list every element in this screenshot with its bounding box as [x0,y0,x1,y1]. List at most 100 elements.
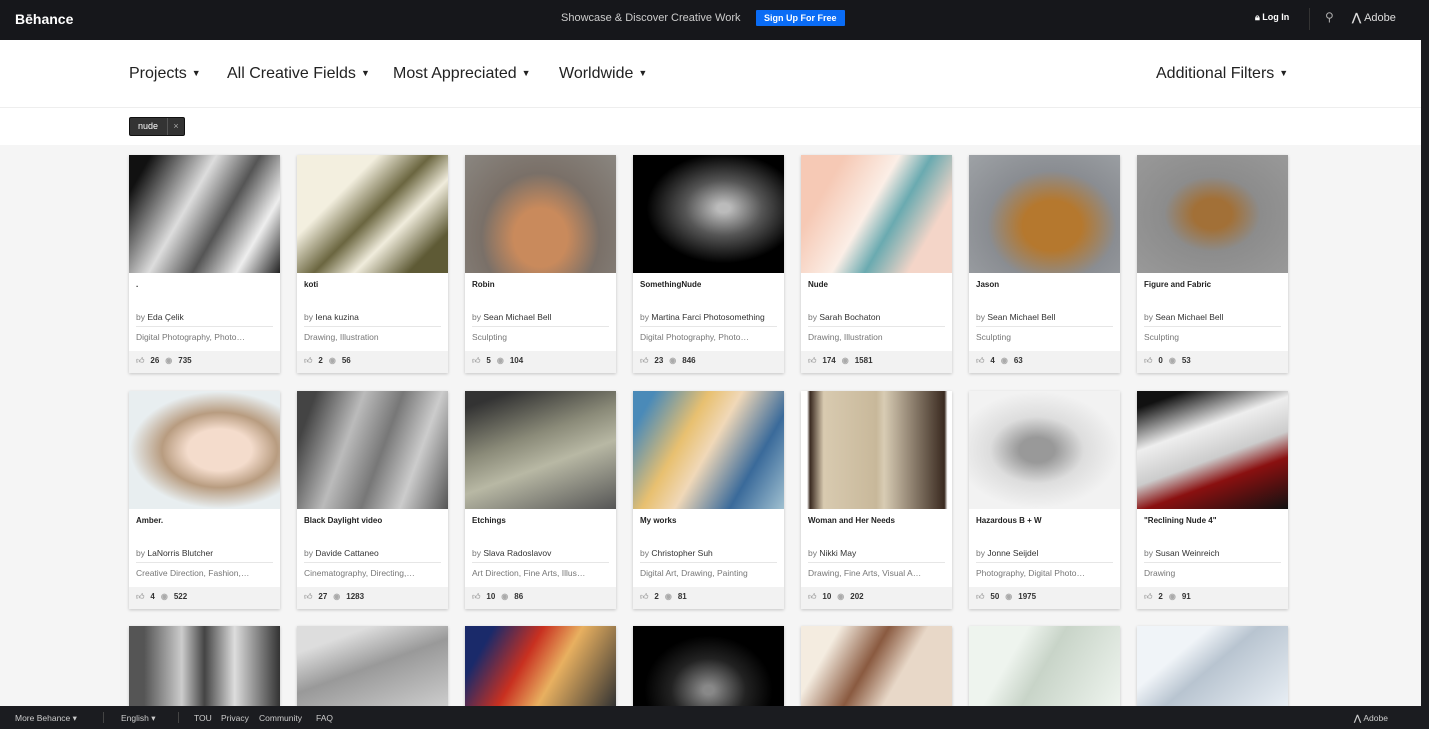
project-thumbnail[interactable] [969,626,1120,706]
filter-creative-fields[interactable]: All Creative Fields ▼ [227,65,370,83]
filter-location[interactable]: Worldwide ▼ [559,65,647,83]
project-card[interactable]: Jason by Sean Michael Bell Sculpting 👍︎ 4… [969,155,1120,373]
by-label: by [640,548,649,558]
project-card[interactable] [297,626,448,706]
project-thumbnail[interactable] [297,391,448,509]
owner-link[interactable]: Sarah Bochaton [819,312,880,322]
top-nav: Bēhance Showcase & Discover Creative Wor… [0,0,1429,40]
project-card[interactable] [465,626,616,706]
project-thumbnail[interactable] [465,391,616,509]
project-card[interactable]: Nude by Sarah Bochaton Drawing, Illustra… [801,155,952,373]
project-thumbnail[interactable] [801,391,952,509]
project-thumbnail[interactable] [969,155,1120,273]
signup-button[interactable]: Sign Up For Free [756,10,845,26]
appreciation-count: 26 [150,356,160,365]
project-card[interactable]: "Reclining Nude 4" by Susan Weinreich Dr… [1137,391,1288,609]
project-title[interactable]: Figure and Fabric [1144,280,1211,289]
project-card[interactable] [801,626,952,706]
owner-link[interactable]: Nikki May [819,548,856,558]
project-title[interactable]: Hazardous B + W [976,516,1042,525]
project-thumbnail[interactable] [633,391,784,509]
eye-icon: ◉ [1168,592,1176,601]
project-card[interactable]: Figure and Fabric by Sean Michael Bell S… [1137,155,1288,373]
project-title[interactable]: My works [640,516,676,525]
project-thumbnail[interactable] [297,626,448,706]
project-owner: by Nikki May [808,548,945,563]
project-card[interactable]: Hazardous B + W by Jonne Seijdel Photogr… [969,391,1120,609]
project-card[interactable]: koti by Iena kuzina Drawing, Illustratio… [297,155,448,373]
project-title[interactable]: Nude [808,280,828,289]
remove-tag-icon[interactable]: × [167,118,184,135]
project-title[interactable]: Jason [976,280,999,289]
owner-link[interactable]: Jonne Seijdel [987,548,1038,558]
owner-link[interactable]: Sean Michael Bell [987,312,1055,322]
project-card[interactable]: SomethingNude by Martina Farci Photosome… [633,155,784,373]
project-title[interactable]: Amber. [136,516,163,525]
project-title[interactable]: SomethingNude [640,280,701,289]
owner-link[interactable]: Eda Çelik [147,312,183,322]
owner-link[interactable]: LaNorris Blutcher [147,548,213,558]
eye-icon: ◉ [333,592,341,601]
footer-link-faq[interactable]: FAQ [316,713,333,723]
project-card[interactable]: Woman and Her Needs by Nikki May Drawing… [801,391,952,609]
project-thumbnail[interactable] [465,155,616,273]
project-thumbnail[interactable] [969,391,1120,509]
owner-link[interactable]: Susan Weinreich [1155,548,1219,558]
project-thumbnail[interactable] [633,155,784,273]
login-button[interactable]: 🔒︎ Log In [1255,12,1289,23]
project-thumbnail[interactable] [465,626,616,706]
filter-sort[interactable]: Most Appreciated ▼ [393,65,531,83]
project-card[interactable] [969,626,1120,706]
project-thumbnail[interactable] [1137,626,1288,706]
adobe-link[interactable]: ⋀ Adobe [1352,11,1396,24]
project-thumbnail[interactable] [801,626,952,706]
project-title[interactable]: Woman and Her Needs [808,516,895,525]
project-card[interactable] [129,626,280,706]
project-thumbnail[interactable] [801,155,952,273]
behance-logo[interactable]: Bēhance [15,11,73,27]
more-behance-menu[interactable]: More Behance ▾ [15,713,77,724]
project-title[interactable]: Black Daylight video [304,516,382,525]
project-title[interactable]: "Reclining Nude 4" [1144,516,1216,525]
project-title[interactable]: Etchings [472,516,506,525]
footer-link-tou[interactable]: TOU [194,713,212,723]
project-card[interactable]: Black Daylight video by Davide Cattaneo … [297,391,448,609]
project-card[interactable]: Amber. by LaNorris Blutcher Creative Dir… [129,391,280,609]
project-thumbnail[interactable] [1137,391,1288,509]
owner-link[interactable]: Davide Cattaneo [315,548,378,558]
appreciation-count: 10 [486,592,496,601]
owner-link[interactable]: Slava Radoslavov [483,548,551,558]
project-card[interactable]: . by Eda Çelik Digital Photography, Phot… [129,155,280,373]
appreciation-count: 0 [1158,356,1163,365]
owner-link[interactable]: Sean Michael Bell [483,312,551,322]
owner-link[interactable]: Christopher Suh [651,548,712,558]
project-title[interactable]: koti [304,280,318,289]
project-card[interactable]: Etchings by Slava Radoslavov Art Directi… [465,391,616,609]
footer-adobe-link[interactable]: ⋀ Adobe [1354,713,1388,724]
language-menu[interactable]: English ▾ [121,713,156,724]
owner-link[interactable]: Sean Michael Bell [1155,312,1223,322]
footer-link-community[interactable]: Community [259,713,302,723]
filter-projects[interactable]: Projects ▼ [129,65,201,83]
project-title[interactable]: . [136,280,138,289]
project-thumbnail[interactable] [1137,155,1288,273]
search-icon[interactable]: ⚲ [1325,10,1334,24]
project-thumbnail[interactable] [129,391,280,509]
divider [103,712,104,723]
owner-link[interactable]: Martina Farci Photosomething [651,312,764,322]
project-title[interactable]: Robin [472,280,495,289]
project-thumbnail[interactable] [633,626,784,706]
project-thumbnail[interactable] [129,626,280,706]
project-card[interactable]: Robin by Sean Michael Bell Sculpting 👍︎ 5… [465,155,616,373]
project-owner: by Sean Michael Bell [1144,312,1281,327]
project-thumbnail[interactable] [297,155,448,273]
project-card[interactable]: My works by Christopher Suh Digital Art,… [633,391,784,609]
project-fields: Digital Art, Drawing, Painting [640,568,748,578]
additional-filters[interactable]: Additional Filters ▼ [1156,65,1288,83]
project-card[interactable] [1137,626,1288,706]
owner-link[interactable]: Iena kuzina [315,312,358,322]
project-thumbnail[interactable] [129,155,280,273]
project-card[interactable] [633,626,784,706]
footer-link-privacy[interactable]: Privacy [221,713,249,723]
caret-down-icon: ▼ [638,68,648,78]
